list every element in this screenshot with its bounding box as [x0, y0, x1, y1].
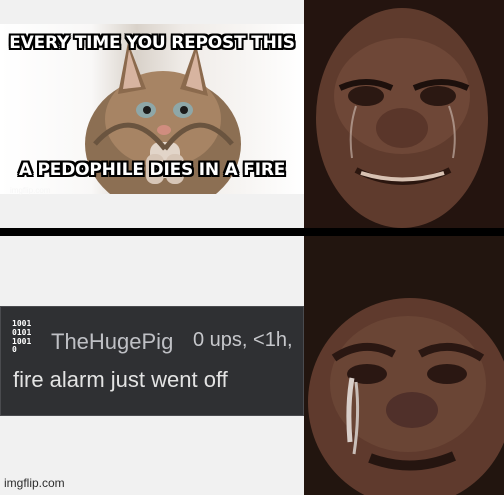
- bottom-left-panel: 1001 0101 1001 0 TheHugePig 0 ups, <1h, …: [0, 236, 304, 495]
- crying-man-face-top: [304, 0, 504, 228]
- comment-card: 1001 0101 1001 0 TheHugePig 0 ups, <1h, …: [0, 306, 304, 416]
- comment-body: fire alarm just went off: [13, 367, 228, 392]
- imgflip-watermark: imgflip.com: [4, 476, 65, 490]
- small-watermark: imgflip.com: [10, 186, 51, 195]
- top-right-panel: [304, 0, 504, 228]
- top-left-panel: EVERY TIME YOU REPOST THIS A PEDOPHILE D…: [0, 0, 304, 228]
- comment-meta: 0 ups, <1h,: [193, 329, 293, 351]
- comment-username[interactable]: TheHugePig: [51, 329, 173, 355]
- binary-avatar-glyph: 1001 0101 1001 0: [10, 318, 46, 354]
- crying-man-face-bottom: [304, 236, 504, 495]
- binary-avatar-icon: 1001 0101 1001 0: [10, 318, 46, 354]
- bottom-right-panel: [304, 236, 504, 495]
- svg-text:1001: 1001: [12, 319, 31, 328]
- svg-text:0: 0: [12, 345, 17, 352]
- meme-top-text: EVERY TIME YOU REPOST THIS: [9, 33, 295, 53]
- svg-text:0101: 0101: [12, 328, 31, 337]
- meme-bottom-text: A PEDOPHILE DIES IN A FIRE: [18, 160, 286, 180]
